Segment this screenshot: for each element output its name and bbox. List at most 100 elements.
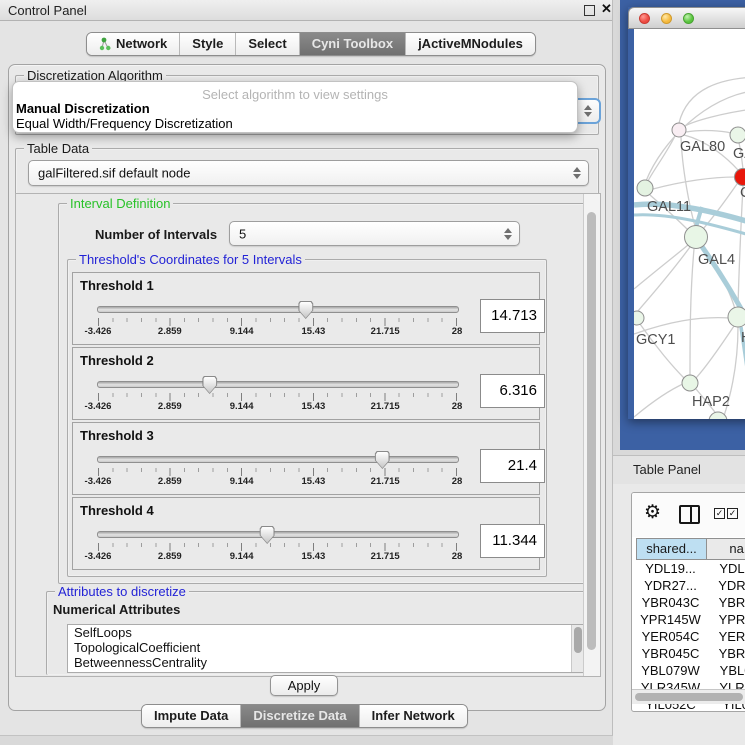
algorithm-option-manual[interactable]: Manual Discretization: [16, 101, 150, 116]
close-icon[interactable]: ✕: [601, 1, 612, 17]
slider-thumb[interactable]: [298, 301, 313, 319]
close-traffic-light-icon[interactable]: [639, 13, 650, 24]
slider-tick-marks: [98, 318, 457, 326]
threshold-3-value-field[interactable]: 21.4: [480, 449, 545, 483]
scale-tick-label: 9.144: [230, 476, 254, 487]
gear-icon[interactable]: ⚙: [644, 501, 661, 524]
threshold-4-slider[interactable]: [97, 531, 459, 538]
network-node[interactable]: [634, 311, 644, 325]
cell-name: YBR0...: [706, 645, 745, 662]
scrollbar-thumb[interactable]: [574, 627, 582, 653]
threshold-1-slider[interactable]: [97, 306, 459, 313]
network-node[interactable]: [637, 180, 653, 196]
checkbox-icon[interactable]: ✓: [727, 508, 738, 519]
network-node[interactable]: [730, 127, 745, 143]
apply-button[interactable]: Apply: [270, 675, 338, 696]
combo-stepper-icon: [584, 105, 592, 117]
table-row[interactable]: YPR145WYPR1...: [632, 611, 745, 628]
network-canvas[interactable]: GAL80GACGAL11GAL4GCY1HHAP2: [634, 29, 745, 419]
column-header-name[interactable]: na...: [706, 538, 745, 560]
slider-thumb[interactable]: [202, 376, 217, 394]
table-toolbar: ⚙ ✓ ✓: [632, 493, 745, 537]
tab-cyni-toolbox[interactable]: Cyni Toolbox: [300, 33, 406, 55]
scale-tick-label: 15.43: [302, 551, 326, 562]
table-data-combobox[interactable]: galFiltered.sif default node: [28, 160, 589, 186]
cell-shared-name: YPR145W: [636, 611, 705, 628]
thresholds-box: Threshold's Coordinates for 5 Intervals …: [67, 259, 547, 577]
tab-jactivemnodules[interactable]: jActiveMNodules: [406, 33, 535, 55]
tab-label: Select: [248, 36, 286, 51]
tab-network[interactable]: Network: [87, 33, 180, 55]
cell-name: YPR1...: [706, 611, 745, 628]
scale-tick-label: 28: [452, 401, 463, 412]
network-node[interactable]: [672, 123, 686, 137]
table-row[interactable]: YDR27...YDR2...: [632, 577, 745, 594]
tab-discretize-data[interactable]: Discretize Data: [241, 705, 359, 727]
slider-thumb[interactable]: [260, 526, 275, 544]
scrollbar-thumb[interactable]: [635, 693, 743, 701]
network-node[interactable]: [735, 169, 745, 186]
network-edges: [634, 77, 745, 419]
cell-shared-name: YBR045C: [636, 645, 705, 662]
attributes-box: Attributes to discretize Numerical Attri…: [46, 591, 592, 675]
scale-tick-label: 15.43: [302, 401, 326, 412]
node-label: H: [741, 330, 745, 346]
slider-tick-marks: [98, 393, 457, 401]
numerical-attributes-list[interactable]: SelfLoopsTopologicalCoefficientBetweenne…: [67, 624, 585, 673]
network-window: GAL80GACGAL11GAL4GCY1HHAP2: [628, 7, 745, 419]
threshold-1-value-field[interactable]: 14.713: [480, 299, 545, 333]
tab-label: Infer Network: [372, 708, 455, 723]
column-header-shared-name[interactable]: shared...: [636, 538, 707, 560]
number-of-intervals-combobox[interactable]: 5: [229, 221, 520, 246]
minimize-traffic-light-icon[interactable]: [661, 13, 672, 24]
node-label: HAP2: [692, 394, 730, 410]
tab-infer-network[interactable]: Infer Network: [360, 705, 467, 727]
threshold-2-value-field[interactable]: 6.316: [480, 374, 545, 408]
network-nodes: [634, 123, 745, 419]
tab-impute-data[interactable]: Impute Data: [142, 705, 241, 727]
attribute-list-item[interactable]: BetweennessCentrality: [68, 655, 584, 670]
tab-label: jActiveMNodules: [418, 36, 523, 51]
scale-tick-label: 9.144: [230, 401, 254, 412]
scale-tick-label: 15.43: [302, 476, 326, 487]
scale-tick-label: 21.715: [371, 551, 400, 562]
node-label: C: [740, 185, 745, 201]
slider-thumb[interactable]: [375, 451, 390, 469]
table-data-value: galFiltered.sif default node: [38, 166, 190, 181]
scrollbar-thumb[interactable]: [587, 212, 596, 650]
interval-definition-box: Interval Definition Number of Intervals …: [58, 203, 588, 584]
zoom-traffic-light-icon[interactable]: [683, 13, 694, 24]
split-columns-icon[interactable]: [679, 505, 700, 524]
settings-vertical-scrollbar[interactable]: [583, 194, 600, 676]
attribute-list-item[interactable]: SelfLoops: [68, 625, 584, 640]
tab-style[interactable]: Style: [180, 33, 236, 55]
table-row[interactable]: YBL079WYBL0...: [632, 662, 745, 679]
tab-label: Cyni Toolbox: [312, 36, 393, 51]
tab-label: Style: [192, 36, 223, 51]
number-of-intervals-label: Number of Intervals: [95, 227, 217, 242]
threshold-2-slider[interactable]: [97, 381, 459, 388]
network-node[interactable]: [685, 226, 708, 249]
table-row[interactable]: YER054CYER0...: [632, 628, 745, 645]
attribute-list-item[interactable]: TopologicalCoefficient: [68, 640, 584, 655]
cyni-toolbox-panel: Discretization Algorithm Table Data galF…: [8, 64, 606, 711]
float-window-icon[interactable]: [584, 5, 595, 16]
node-label: GA: [733, 146, 745, 162]
algorithm-option-equal-width[interactable]: Equal Width/Frequency Discretization: [16, 116, 233, 131]
threshold-3-panel: Threshold 3 -3.4262.8599.14415.4321.7152…: [72, 422, 540, 495]
network-node[interactable]: [682, 375, 698, 391]
network-graph: GAL80GACGAL11GAL4GCY1HHAP2: [634, 29, 745, 419]
cell-shared-name: YER054C: [636, 628, 705, 645]
scale-tick-label: 9.144: [230, 326, 254, 337]
tab-select[interactable]: Select: [236, 33, 299, 55]
screen: { "window": { "title": "Control Panel" }…: [0, 0, 745, 745]
threshold-3-slider[interactable]: [97, 456, 459, 463]
threshold-4-value-field[interactable]: 11.344: [480, 524, 545, 558]
table-row[interactable]: YBR045CYBR0...: [632, 645, 745, 662]
table-horizontal-scrollbar[interactable]: [632, 689, 745, 704]
network-window-titlebar[interactable]: [628, 7, 745, 29]
checkbox-icon[interactable]: ✓: [714, 508, 725, 519]
network-node[interactable]: [728, 307, 745, 327]
table-row[interactable]: YDL19...YDL1...: [632, 560, 745, 577]
table-row[interactable]: YBR043CYBR0...: [632, 594, 745, 611]
